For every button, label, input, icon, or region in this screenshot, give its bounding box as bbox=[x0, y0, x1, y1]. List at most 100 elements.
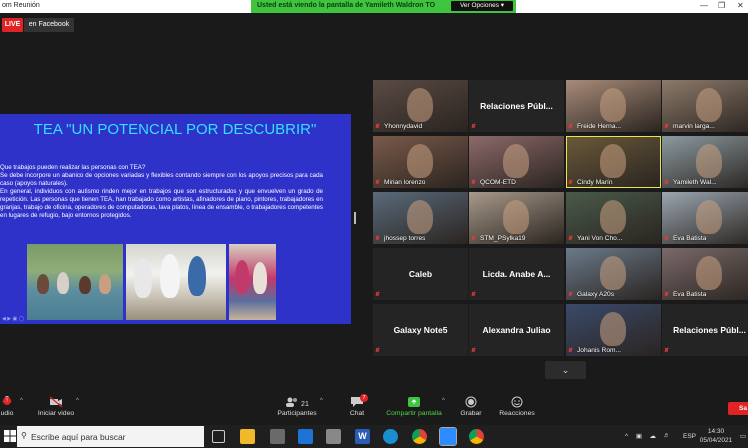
mic-muted-icon: ✘ bbox=[568, 124, 574, 130]
mic-muted-icon: ✘ bbox=[375, 124, 381, 130]
participant-tile[interactable]: ✘ Freide Herna... bbox=[566, 80, 661, 132]
share-screen-icon bbox=[408, 397, 420, 407]
live-badge[interactable]: LIVE bbox=[2, 18, 23, 32]
chevron-up-icon[interactable]: ^ bbox=[20, 398, 23, 404]
mic-muted-icon: ✘ bbox=[471, 236, 477, 242]
screen-share-banner: Usted está viendo la pantalla de Yamilet… bbox=[251, 0, 516, 13]
participant-tile[interactable]: Caleb ✘ bbox=[373, 248, 468, 300]
mic-muted-icon: ✘ bbox=[664, 124, 670, 130]
windows-taskbar: ⚲ Escribe aquí para buscar W ^ ▣ ☁ ♬ ESP… bbox=[0, 425, 748, 448]
clock[interactable]: 14:30 05/04/2021 bbox=[698, 427, 734, 445]
mic-muted-icon: ✘ bbox=[375, 236, 381, 242]
participant-tile[interactable]: ✘ Galaxy A20s bbox=[566, 248, 661, 300]
participant-video bbox=[600, 200, 626, 234]
participant-name: Galaxy Note5 bbox=[393, 325, 448, 335]
record-icon bbox=[465, 396, 477, 408]
close-icon[interactable]: ✕ bbox=[737, 1, 744, 10]
gallery-next-page-button[interactable]: ⌄ bbox=[545, 361, 586, 379]
start-video-label: Iniciar video bbox=[37, 410, 75, 417]
file-explorer-icon[interactable] bbox=[240, 429, 255, 444]
chevron-down-icon: ⌄ bbox=[561, 365, 570, 375]
view-options-button[interactable]: Ver Opciones ▾ bbox=[451, 1, 513, 11]
smiley-icon bbox=[511, 396, 523, 408]
language-indicator[interactable]: ESP bbox=[683, 433, 696, 440]
participant-tile[interactable]: ✘ Yani Von Cho... bbox=[566, 192, 661, 244]
mail-icon[interactable] bbox=[298, 429, 313, 444]
edge-icon[interactable] bbox=[383, 429, 398, 444]
reactions-button[interactable]: Reacciones bbox=[496, 392, 538, 417]
start-video-button[interactable]: Iniciar video bbox=[32, 392, 80, 417]
chevron-down-icon: ▾ bbox=[500, 2, 505, 9]
participant-tile[interactable]: ✘ Yamileth Wal... bbox=[662, 136, 748, 188]
meeting-toolbar: ! udio ^ Iniciar video ^ 21 Participante… bbox=[0, 392, 748, 424]
task-view-icon[interactable] bbox=[212, 430, 225, 443]
end-meeting-button[interactable]: Sa bbox=[728, 402, 748, 415]
mic-muted-icon: ✘ bbox=[664, 348, 670, 354]
participant-tile[interactable]: Alexandra Juliao ✘ bbox=[469, 304, 564, 356]
mic-muted-icon: ✘ bbox=[471, 292, 477, 298]
participant-tile[interactable]: ✘ marvin larga... bbox=[662, 80, 748, 132]
participant-tile[interactable]: ✘ Cindy Marín bbox=[566, 136, 661, 188]
participant-tile[interactable]: Galaxy Note5 ✘ bbox=[373, 304, 468, 356]
participants-label: Participantes bbox=[277, 410, 317, 417]
participant-video bbox=[600, 88, 626, 122]
participant-tile[interactable]: ✘ jhossep torres bbox=[373, 192, 468, 244]
participant-tile[interactable]: ✘ Yhonnydavid bbox=[373, 80, 468, 132]
chrome-icon[interactable] bbox=[412, 429, 427, 444]
participant-name: Cindy Marín bbox=[577, 179, 613, 186]
participant-name: Relaciones Públ... bbox=[673, 325, 746, 335]
mic-muted-icon: ✘ bbox=[664, 180, 670, 186]
participant-video bbox=[407, 200, 433, 234]
mic-muted-icon: ✘ bbox=[471, 348, 477, 354]
zoom-app-icon[interactable] bbox=[439, 427, 457, 446]
shared-slide: TEA "UN POTENCIAL POR DESCUBRIR" Que tra… bbox=[0, 114, 351, 324]
chevron-up-icon[interactable]: ^ bbox=[625, 433, 628, 440]
split-view-handle[interactable] bbox=[354, 212, 356, 224]
participant-tile[interactable]: Relaciones Públ... ✘ bbox=[469, 80, 564, 132]
slide-paragraph: Se debe incorpore un abanico de opciones… bbox=[0, 172, 323, 187]
participant-video bbox=[696, 88, 722, 122]
record-label: Grabar bbox=[460, 410, 482, 417]
slide-body: Que trabajos pueden realizar las persona… bbox=[0, 164, 323, 220]
participant-name: Alexandra Juliao bbox=[482, 325, 551, 335]
participant-tile[interactable]: ✘ Eva Batista bbox=[662, 248, 748, 300]
participant-tile[interactable]: ✘ STM_PSylka19 bbox=[469, 192, 564, 244]
slide-photo-kitchen bbox=[126, 244, 226, 320]
view-options-label: Ver Opciones bbox=[459, 2, 499, 9]
minimize-icon[interactable]: — bbox=[700, 1, 708, 10]
chevron-up-icon[interactable]: ^ bbox=[320, 398, 323, 404]
chat-button[interactable]: 7 Chat bbox=[342, 392, 372, 417]
chrome-icon[interactable] bbox=[469, 429, 484, 444]
participant-tile[interactable]: ✘ Eva Batista bbox=[662, 192, 748, 244]
search-icon: ⚲ bbox=[21, 431, 27, 440]
taskbar-search-box[interactable]: ⚲ Escribe aquí para buscar bbox=[17, 426, 204, 447]
store-icon[interactable] bbox=[270, 429, 285, 444]
volume-icon[interactable]: ♬ bbox=[664, 432, 671, 439]
clock-time: 14:30 bbox=[707, 428, 725, 435]
network-icon[interactable]: ▣ bbox=[636, 432, 642, 440]
participant-tile[interactable]: Relaciones Públ... ✘ bbox=[662, 304, 748, 356]
word-icon[interactable]: W bbox=[355, 429, 370, 444]
participant-tile[interactable]: ✘ Johanis Rom... bbox=[566, 304, 661, 356]
cloud-icon[interactable]: ☁ bbox=[650, 432, 657, 440]
participant-name: jhossep torres bbox=[384, 235, 426, 242]
calculator-icon[interactable] bbox=[326, 429, 341, 444]
participant-video bbox=[503, 200, 529, 234]
record-button[interactable]: Grabar bbox=[455, 392, 487, 417]
chevron-up-icon[interactable]: ^ bbox=[442, 398, 445, 404]
participants-button[interactable]: 21 Participantes bbox=[272, 392, 322, 417]
slide-nav-icons[interactable]: ◀ ▶ ▣ ◯ bbox=[2, 316, 24, 322]
chevron-up-icon[interactable]: ^ bbox=[76, 398, 79, 404]
restore-icon[interactable]: ❐ bbox=[718, 1, 725, 10]
chat-label: Chat bbox=[349, 410, 365, 417]
participant-name: Yani Von Cho... bbox=[577, 235, 623, 242]
chat-unread-badge: 7 bbox=[360, 394, 368, 402]
audio-button[interactable]: ! udio bbox=[0, 392, 14, 417]
participant-tile[interactable]: ✘ QCOM-ETD bbox=[469, 136, 564, 188]
windows-start-icon[interactable] bbox=[4, 430, 16, 442]
notifications-icon[interactable]: ▭ bbox=[740, 432, 746, 440]
participant-tile[interactable]: Licda. Anabe A... ✘ bbox=[469, 248, 564, 300]
facebook-stream-label[interactable]: en Facebook bbox=[24, 18, 74, 32]
participant-tile[interactable]: ✘ Mirian lorenzo bbox=[373, 136, 468, 188]
share-screen-button[interactable]: Compartir pantalla bbox=[382, 392, 446, 417]
